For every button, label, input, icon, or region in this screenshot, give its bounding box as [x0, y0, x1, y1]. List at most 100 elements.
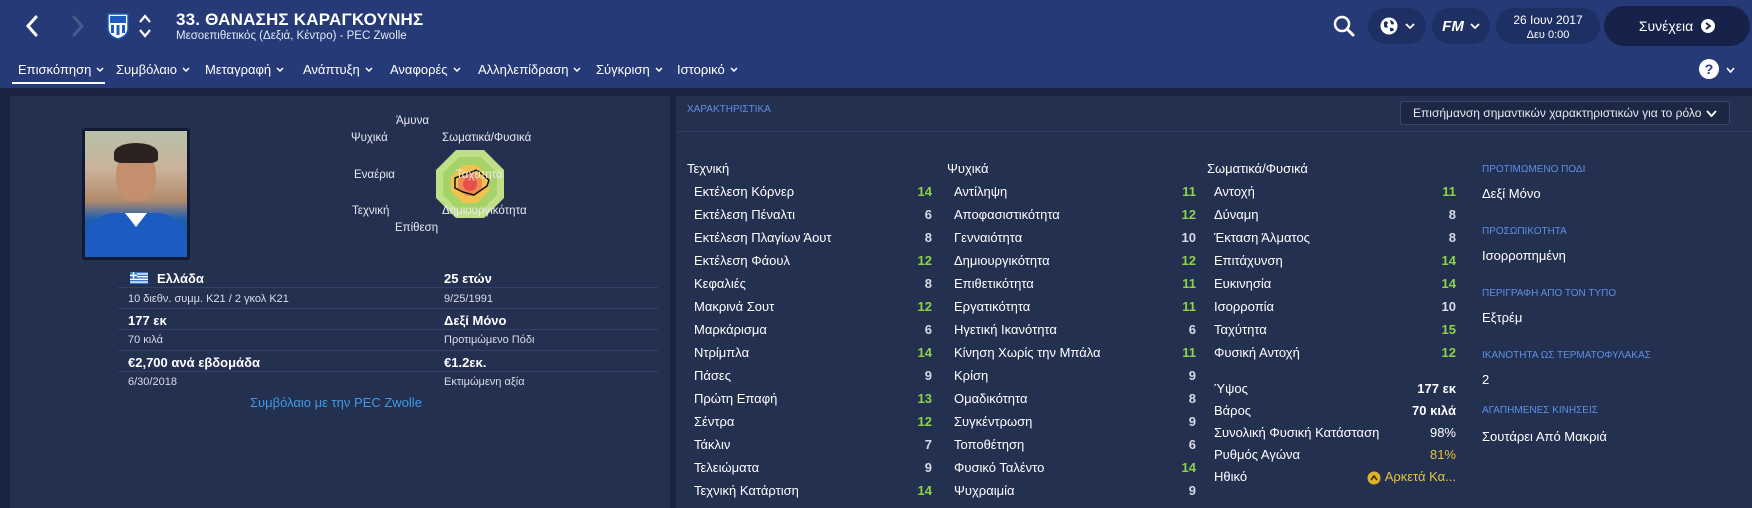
attribute-row[interactable]: Συγκέντρωση 9: [954, 414, 1196, 434]
search-icon[interactable]: [1332, 14, 1356, 38]
continue-button[interactable]: Συνέχεια: [1604, 6, 1750, 46]
attribute-value: 70 κιλά: [1412, 403, 1456, 418]
attribute-name: Ψυχραιμία: [954, 483, 1015, 498]
attribute-value: 14: [1441, 276, 1456, 291]
game-date[interactable]: 26 Ιουν 2017 Δευ 0:00: [1496, 8, 1600, 44]
attribute-row[interactable]: Γενναιότητα 10: [954, 230, 1196, 250]
attribute-row[interactable]: Κρίση 9: [954, 368, 1196, 388]
attribute-row[interactable]: Ηγετική Ικανότητα 6: [954, 322, 1196, 342]
attribute-row[interactable]: Ρυθμός Αγώνα 81%: [1214, 447, 1456, 467]
attribute-row[interactable]: Επιτάχυνση 14: [1214, 253, 1456, 273]
attribute-name: Βάρος: [1214, 403, 1252, 418]
tab-label: Επισκόπηση: [18, 62, 92, 77]
tab-contract[interactable]: Συμβόλαιο: [116, 62, 190, 77]
attribute-row[interactable]: Ευκινησία 14: [1214, 276, 1456, 296]
help-button[interactable]: ?: [1699, 59, 1719, 79]
player-position-club: Μεσοεπιθετικός (Δεξιά, Κέντρο) - PEC Zwo…: [176, 30, 407, 42]
attribute-value: 177 εκ: [1417, 381, 1456, 396]
chevron-down-icon: [276, 67, 284, 72]
attribute-name: Αντίληψη: [954, 184, 1008, 199]
attribute-row[interactable]: Κεφαλιές 8: [694, 276, 932, 296]
tab-interaction[interactable]: Αλληλεπίδραση: [478, 62, 581, 77]
contract-link[interactable]: Συμβόλαιο με την PEC Zwolle: [250, 395, 422, 410]
tab-reports[interactable]: Αναφορές: [390, 62, 461, 77]
attribute-row[interactable]: Συνολική Φυσική Κατάσταση 98%: [1214, 425, 1456, 445]
divider: [118, 329, 658, 330]
attribute-row[interactable]: Πρώτη Επαφή 13: [694, 391, 932, 411]
attribute-row[interactable]: Αποφασιστικότητα 12: [954, 207, 1196, 227]
attribute-value: 14: [1441, 253, 1456, 268]
role-highlight-dropdown[interactable]: Επισήμανση σημαντικών χαρακτηριστικών γι…: [1400, 101, 1730, 125]
tab-transfer[interactable]: Μεταγραφή: [205, 62, 284, 77]
attribute-value: 13: [917, 391, 932, 406]
attribute-row[interactable]: Μαρκάρισμα 6: [694, 322, 932, 342]
preferred-foot-heading: ΠΡΟΤΙΜΩΜΕΝΟ ΠΟΔΙ: [1482, 164, 1586, 175]
tab-comparison[interactable]: Σύγκριση: [596, 62, 663, 77]
fm-menu-button[interactable]: FM: [1432, 8, 1490, 44]
attribute-row[interactable]: Ψυχραιμία 9: [954, 483, 1196, 503]
club-crest-icon[interactable]: [106, 12, 130, 40]
attribute-row[interactable]: Έκταση Άλματος 8: [1214, 230, 1456, 250]
attribute-row[interactable]: Φυσική Αντοχή 12: [1214, 345, 1456, 365]
attribute-value: 11: [1182, 299, 1196, 314]
top-bar: 33. ΘΑΝΑΣΗΣ ΚΑΡΑΓΚΟΥΝΗΣ Μεσοεπιθετικός (…: [0, 0, 1752, 52]
chevron-down-icon: [365, 67, 373, 72]
attribute-row[interactable]: Δημιουργικότητα 12: [954, 253, 1196, 273]
attribute-name: Ταχύτητα: [1214, 322, 1267, 337]
back-button[interactable]: [21, 13, 43, 39]
attribute-row[interactable]: Πάσες 9: [694, 368, 932, 388]
chevron-down-icon[interactable]: [1726, 67, 1735, 73]
attribute-row[interactable]: Εκτέλεση Κόρνερ 14: [694, 184, 932, 204]
attribute-row[interactable]: Τεχνική Κατάρτιση 14: [694, 483, 932, 503]
attribute-value: 14: [1181, 460, 1196, 475]
attribute-row[interactable]: Αντοχή 11: [1214, 184, 1456, 204]
tab-development[interactable]: Ανάπτυξη: [303, 62, 373, 77]
attribute-row[interactable]: Επιθετικότητα 11: [954, 276, 1196, 296]
attribute-row[interactable]: Ισορροπία 10: [1214, 299, 1456, 319]
nationality[interactable]: Ελλάδα: [157, 271, 204, 286]
date-of-birth: 9/25/1991: [444, 293, 493, 305]
attribute-row[interactable]: Μακρινά Σουτ 12: [694, 299, 932, 319]
tab-overview[interactable]: Επισκόπηση: [18, 62, 104, 77]
tab-history[interactable]: Ιστορικό: [677, 62, 738, 77]
attribute-name: Τοποθέτηση: [954, 437, 1025, 452]
attribute-row[interactable]: Αντίληψη 11: [954, 184, 1196, 204]
attribute-row[interactable]: Φυσικό Ταλέντο 14: [954, 460, 1196, 480]
attribute-row[interactable]: Ταχύτητα 15: [1214, 322, 1456, 342]
attribute-row[interactable]: Τελειώματα 9: [694, 460, 932, 480]
attribute-row[interactable]: Δύναμη 8: [1214, 207, 1456, 227]
radar-label-mental: Ψυχικά: [351, 132, 388, 144]
attribute-row[interactable]: Εργατικότητα 11: [954, 299, 1196, 319]
attribute-row[interactable]: Εκτέλεση Φάουλ 12: [694, 253, 932, 273]
attribute-value: 6: [1188, 437, 1196, 452]
forward-button[interactable]: [67, 13, 89, 39]
preferred-foot-label: Προτιμώμενο Πόδι: [444, 334, 535, 346]
attribute-row[interactable]: Ηθικό Αρκετά Κα...: [1214, 469, 1456, 489]
radar-label-attack: Επίθεση: [395, 222, 439, 234]
attribute-name: Επιτάχυνση: [1214, 253, 1283, 268]
attribute-row[interactable]: Σέντρα 12: [694, 414, 932, 434]
attribute-row[interactable]: Τάκλιν 7: [694, 437, 932, 457]
attribute-value: 8: [1448, 230, 1456, 245]
current-day-time: Δευ 0:00: [1526, 29, 1570, 41]
attribute-row[interactable]: Ομαδικότητα 8: [954, 391, 1196, 411]
chevron-down-icon: [182, 67, 190, 72]
attribute-row[interactable]: Τοποθέτηση 6: [954, 437, 1196, 457]
attribute-row[interactable]: Ντρίμπλα 14: [694, 345, 932, 365]
attribute-value: 12: [917, 253, 932, 268]
player-switch-icon[interactable]: [138, 12, 152, 40]
attribute-value: 11: [1182, 345, 1196, 360]
attribute-value: 12: [1181, 207, 1196, 222]
world-menu-button[interactable]: [1368, 8, 1426, 44]
attribute-value: Αρκετά Κα...: [1384, 469, 1456, 484]
weight-value: 70 κιλά: [128, 334, 163, 346]
attribute-row[interactable]: Ύψος 177 εκ: [1214, 381, 1456, 401]
attribute-row[interactable]: Εκτέλεση Πέναλτι 6: [694, 207, 932, 227]
attribute-value: 12: [1181, 253, 1196, 268]
attribute-row[interactable]: Βάρος 70 κιλά: [1214, 403, 1456, 423]
attribute-row[interactable]: Εκτέλεση Πλαγίων Άουτ 8: [694, 230, 932, 250]
attribute-name: Εργατικότητα: [954, 299, 1031, 314]
chevron-down-icon: [1470, 23, 1480, 29]
attribute-row[interactable]: Κίνηση Χωρίς την Μπάλα 11: [954, 345, 1196, 365]
active-tab-indicator: [12, 82, 105, 84]
